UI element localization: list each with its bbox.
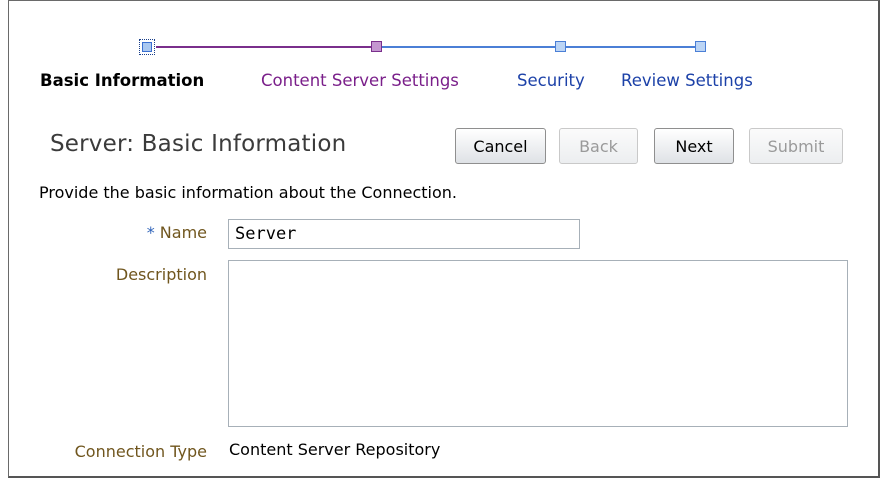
name-input[interactable]	[228, 219, 580, 249]
cancel-button[interactable]: Cancel	[455, 128, 546, 164]
page-title: Server: Basic Information	[50, 131, 347, 157]
train-step-review-settings-icon[interactable]	[695, 41, 706, 52]
back-button[interactable]: Back	[559, 128, 638, 164]
wizard-panel: Basic Information Content Server Setting…	[8, 0, 880, 478]
train-step-content-server-settings[interactable]: Content Server Settings	[261, 71, 459, 90]
name-label-text: Name	[159, 223, 207, 242]
connection-type-value: Content Server Repository	[229, 440, 441, 459]
train-step-basic-information: Basic Information	[40, 71, 205, 90]
train-step-content-server-settings-icon[interactable]	[371, 41, 382, 52]
train-connector-1	[156, 46, 372, 48]
submit-button[interactable]: Submit	[749, 128, 843, 164]
instructions-text: Provide the basic information about the …	[39, 183, 457, 202]
next-button[interactable]: Next	[654, 128, 734, 164]
train-step-security[interactable]: Security	[517, 71, 585, 90]
name-label: * Name	[109, 223, 207, 242]
required-marker: *	[146, 223, 155, 242]
train-connector-3	[566, 46, 696, 48]
train-step-basic-information-icon[interactable]	[139, 39, 155, 55]
train-connector-2	[382, 46, 556, 48]
train-step-review-settings[interactable]: Review Settings	[621, 71, 753, 90]
train-step-security-icon[interactable]	[555, 41, 566, 52]
description-textarea[interactable]	[228, 260, 848, 427]
description-label: Description	[115, 265, 207, 284]
connection-type-label: Connection Type	[74, 442, 207, 461]
